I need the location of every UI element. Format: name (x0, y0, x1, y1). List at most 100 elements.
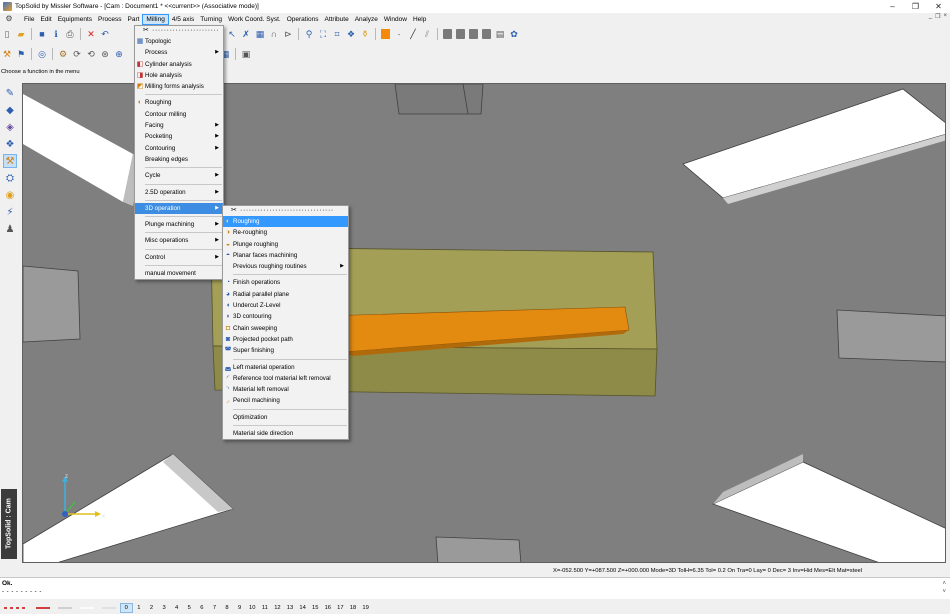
delete-icon[interactable]: ✕ (85, 28, 97, 40)
menu-attribute[interactable]: Attribute (321, 14, 351, 25)
line-style-dashed-icon[interactable] (4, 606, 28, 609)
wire-icon[interactable]: ⚡ (3, 205, 17, 219)
menu-edit[interactable]: Edit (37, 14, 54, 25)
turning-icon[interactable]: ◉ (3, 188, 17, 202)
pen-icon[interactable]: ✎ (3, 86, 17, 100)
menu-window[interactable]: Window (381, 14, 410, 25)
print-icon[interactable]: ⎙ (64, 28, 76, 40)
layer-number[interactable]: 4 (170, 603, 183, 613)
menu-4-5-axis[interactable]: 4/5 axis (169, 14, 197, 25)
menu-part[interactable]: Part (125, 14, 143, 25)
menu-item-pocketing[interactable]: Pocketing ▶ (135, 131, 223, 142)
layer-number[interactable]: 19 (359, 603, 372, 613)
minimize-button[interactable]: – (881, 0, 904, 13)
submenu-item-roughing[interactable]: ◐ Roughing (223, 216, 348, 228)
filter-icon[interactable]: ⊳ (282, 28, 294, 40)
layer-number[interactable]: 1 (133, 603, 146, 613)
menu-process[interactable]: Process (95, 14, 124, 25)
line-style-icon[interactable]: ╱ (407, 28, 419, 40)
layer-set-icon[interactable] (482, 29, 491, 39)
simulate-icon[interactable]: ⟳ (71, 48, 83, 60)
report-icon[interactable]: ▣ (240, 48, 252, 60)
layer-number-current[interactable]: 0 (120, 602, 133, 613)
line-style-red-icon[interactable] (36, 606, 50, 609)
submenu-item-projected-pocket-path[interactable]: ◙ Projected pocket path (223, 334, 348, 345)
menu-item-milling-forms-analysis[interactable]: ◩ Milling forms analysis (135, 81, 223, 92)
line-style-thin-icon[interactable] (58, 606, 72, 609)
submenu-item-material-side-direction[interactable]: Material side direction (223, 428, 348, 439)
layer-icon[interactable] (443, 29, 452, 39)
assembly-icon[interactable]: ❖ (3, 137, 17, 151)
submenu-item-reference-tool-material-left-removal[interactable]: ◜ Reference tool material left removal (223, 373, 348, 384)
menu-item-topologic[interactable]: ▦ Topologic (135, 36, 223, 47)
layer-number[interactable]: 7 (208, 603, 221, 613)
layer-list-icon[interactable] (469, 29, 478, 39)
menu-item-control[interactable]: Control ▶ (135, 252, 223, 263)
layer-number[interactable]: 6 (196, 603, 209, 613)
menu-item-manual-movement[interactable]: manual movement (135, 268, 223, 279)
render-icon[interactable]: ❖ (345, 28, 357, 40)
menu-item-3d-operation[interactable]: 3D operation ▶ (135, 202, 223, 215)
layer-number[interactable]: 2 (145, 603, 158, 613)
grid-icon[interactable]: ▦ (254, 28, 266, 40)
open-folder-icon[interactable]: ▰ (15, 28, 27, 40)
menu-item-misc-operations[interactable]: Misc operations ▶ (135, 235, 223, 246)
menu-work-coord-syst[interactable]: Work Coord. Syst. (225, 14, 284, 25)
topsolid-cam-tab[interactable]: TopSolid : Cam (1, 489, 17, 559)
menu-item-plunge-machining[interactable]: Plunge machining ▶ (135, 219, 223, 230)
layer-number[interactable]: 10 (246, 603, 259, 613)
hatch-icon[interactable]: ⫽ (421, 28, 433, 40)
magnet-icon[interactable]: ∩ (268, 28, 280, 40)
layer-number[interactable]: 9 (233, 603, 246, 613)
mdi-close-button[interactable]: × (943, 13, 947, 20)
menu-item-process[interactable]: Process ▶ (135, 47, 223, 58)
flag-icon[interactable]: ⚑ (15, 48, 27, 60)
layer-number[interactable]: 16 (322, 603, 335, 613)
submenu-item-chain-sweeping[interactable]: ◘ Chain sweeping (223, 323, 348, 334)
layer-number[interactable]: 5 (183, 603, 196, 613)
tearoff-line[interactable]: ✂ ······················· (135, 26, 223, 36)
menu-milling[interactable]: Milling (142, 13, 169, 25)
submenu-item-super-finishing[interactable]: ◚ Super finishing (223, 345, 348, 356)
menu-turning[interactable]: Turning (197, 14, 225, 25)
view-icon[interactable]: ⌗ (331, 28, 343, 40)
menu-item-roughing[interactable]: ◐ Roughing (135, 97, 223, 108)
menu-analyze[interactable]: Analyze (352, 14, 381, 25)
color-swatch-icon[interactable] (381, 29, 390, 39)
submenu-item-radial-parallel-plane[interactable]: ◕ Radial parallel plane (223, 289, 348, 300)
layer-number[interactable]: 12 (271, 603, 284, 613)
layer-number[interactable]: 17 (334, 603, 347, 613)
mdi-minimize-button[interactable]: _ (929, 13, 932, 20)
submenu-item-re-roughing[interactable]: ◑ Re-roughing (223, 227, 348, 238)
save-icon[interactable]: ■ (36, 28, 48, 40)
layer-number[interactable]: 18 (347, 603, 360, 613)
menu-file[interactable]: File (21, 14, 37, 25)
submenu-item-plunge-roughing[interactable]: ◒ Plunge roughing (223, 239, 348, 250)
document-icon[interactable]: ⚙ (3, 14, 15, 24)
tearoff-line[interactable]: ✂ ································ (223, 206, 348, 216)
surface-icon[interactable]: ◈ (3, 120, 17, 134)
document-properties-icon[interactable]: ▤ (494, 28, 506, 40)
layer-number[interactable]: 3 (158, 603, 171, 613)
submenu-item-left-material-operation[interactable]: ◛ Left material operation (223, 362, 348, 373)
intersect-icon[interactable]: ✗ (240, 28, 252, 40)
submenu-item-optimization[interactable]: Optimization (223, 412, 348, 423)
line-style-white-icon[interactable] (80, 606, 94, 609)
info-icon[interactable]: ℹ (50, 28, 62, 40)
palette-icon[interactable]: ✿ (508, 28, 520, 40)
layer-number[interactable]: 11 (259, 603, 272, 613)
tool-icon[interactable]: ⚙ (57, 48, 69, 60)
menu-item-contouring[interactable]: Contouring ▶ (135, 143, 223, 154)
menu-equipments[interactable]: Equipments (55, 14, 95, 25)
verify-icon[interactable]: ⟲ (85, 48, 97, 60)
menu-operations[interactable]: Operations (284, 14, 322, 25)
point-style-icon[interactable]: · (393, 28, 405, 40)
line-style-grey-icon[interactable] (102, 606, 116, 609)
new-document-icon[interactable]: ▯ (1, 28, 13, 40)
layer-number[interactable]: 14 (296, 603, 309, 613)
users-icon[interactable]: ♟ (3, 222, 17, 236)
menu-item-cylinder-analysis[interactable]: ◧ Cylinder analysis (135, 59, 223, 70)
submenu-item-pencil-machining[interactable]: ◞ Pencil machining (223, 395, 348, 406)
menu-item-cycle[interactable]: Cycle ▶ (135, 170, 223, 181)
menu-item-contour-milling[interactable]: Contour milling (135, 109, 223, 120)
